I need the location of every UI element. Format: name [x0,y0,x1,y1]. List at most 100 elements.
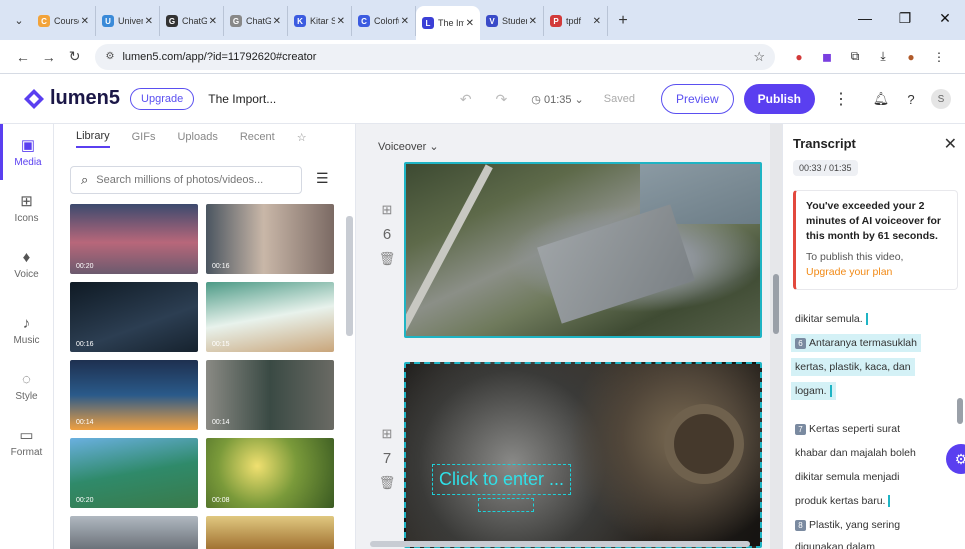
media-thumbnail[interactable]: 00:08 [206,438,334,508]
delete-scene-icon[interactable]: 🗑︎ [376,251,398,267]
lumen5-logo[interactable]: lumen5 [22,87,120,111]
back-arrow-icon[interactable]: ← [10,49,36,65]
tab-gifs[interactable]: GIFs [132,131,156,147]
transcript-line[interactable]: 6 Antaranya termasuklah [791,334,921,352]
rail-item-icons[interactable]: ⊞ Icons [0,180,53,236]
new-tab-button[interactable]: + [612,7,634,35]
transcript-line[interactable]: dikitar semula. [791,310,872,328]
avatar[interactable]: S [931,89,951,109]
upgrade-plan-link[interactable]: Upgrade your plan [806,266,892,278]
tab-library[interactable]: Library [76,130,110,148]
tab-close-icon[interactable]: ✕ [81,16,89,27]
scene-text-placeholder[interactable]: Click to enter ... [432,464,572,495]
publish-button[interactable]: Publish [743,84,815,114]
browser-tab[interactable]: Ptpdf ✕ [544,6,608,36]
canvas-scrollbar[interactable] [770,124,782,549]
media-thumbnail[interactable]: 00:15 [206,282,334,352]
tab-close-icon[interactable]: ✕ [209,16,217,27]
more-options-icon[interactable]: ⋮ [833,89,849,109]
canvas-horizontal-scrollbar[interactable] [356,539,770,549]
maximize-button[interactable]: ❐ [885,6,925,30]
transcript-line[interactable]: 7 Kertas seperti surat [791,420,904,438]
download-icon[interactable]: ⤓ [871,45,895,69]
browser-menu-icon[interactable]: ⋮ [927,45,951,69]
scene-6-media[interactable] [404,162,762,338]
transcript-scrollbar[interactable] [956,294,964,534]
browser-tab[interactable]: U Univers✕ [96,6,160,36]
tab-search-chevron-icon[interactable]: ⌄ [6,6,32,34]
rail-item-media[interactable]: ▣ Media [0,124,53,180]
duration-dropdown[interactable]: ◷ 01:35 ⌄ [531,93,583,106]
transcript-line[interactable]: digunakan dalam [791,538,879,549]
media-search-input[interactable]: ⌕ Search millions of photos/videos... [70,166,302,194]
close-window-button[interactable]: ✕ [925,6,965,30]
transcript-line[interactable]: logam. [791,382,836,401]
tab-close-icon[interactable]: ✕ [337,16,345,27]
tab-uploads[interactable]: Uploads [177,131,217,147]
favorites-star-icon[interactable]: ☆ [297,131,307,148]
redo-icon[interactable]: ↷ [496,91,508,108]
browser-tab[interactable]: G ChatGF✕ [160,6,224,36]
library-scrollbar[interactable] [344,204,354,544]
transcript-line[interactable]: kertas, plastik, kaca, dan [791,358,915,376]
tab-close-icon[interactable]: ✕ [401,16,409,27]
forward-arrow-icon[interactable]: → [36,49,62,65]
scene-subtext-placeholder[interactable] [478,498,534,512]
close-icon[interactable]: ✕ [944,134,957,154]
scene-7-media[interactable]: Click to enter ... [404,362,762,548]
tab-close-icon[interactable]: ✕ [273,16,281,27]
extension-red-icon[interactable]: ● [787,45,811,69]
browser-tab[interactable]: C Course✕ [32,6,96,36]
rail-item-music[interactable]: ♪ Music [0,302,53,358]
upgrade-button[interactable]: Upgrade [130,87,195,110]
browser-tab[interactable]: G ChatGF✕ [224,6,288,36]
voiceover-dropdown[interactable]: Voiceover ⌄ [378,140,439,153]
browser-tab[interactable]: C Colorfu✕ [352,6,416,36]
browser-tab[interactable]: K Kitar Se✕ [288,6,352,36]
transcript-line[interactable]: khabar dan majalah boleh [791,444,920,462]
tab-close-icon[interactable]: ✕ [466,18,474,29]
transcript-line[interactable]: 8 Plastik, yang sering [791,516,904,534]
add-scene-icon[interactable]: ⊞ [376,426,398,442]
tab-recent[interactable]: Recent [240,131,275,147]
media-thumbnail[interactable] [206,516,334,549]
url-text[interactable]: lumen5.com/app/?id=11792620#creator [122,51,753,63]
media-thumbnail[interactable]: 00:16 [70,282,198,352]
delete-scene-icon[interactable]: 🗑︎ [376,475,398,491]
profile-icon[interactable]: ● [899,45,923,69]
warning-publish-text: To publish this video, Upgrade your plan [806,251,904,278]
tab-close-icon[interactable]: ✕ [145,16,153,27]
reload-icon[interactable]: ↻ [62,48,88,65]
rail-item-label: Music [13,334,40,346]
rail-item-voice[interactable]: ♦ Voice [0,236,53,292]
rail-item-format[interactable]: ▭ Format [0,414,53,470]
media-thumbnail[interactable]: 00:14 [206,360,334,430]
minimize-button[interactable]: — [845,6,885,30]
url-field[interactable]: ⚙ lumen5.com/app/?id=11792620#creator ☆ [95,43,776,70]
media-thumbnail[interactable]: 00:14 [70,360,198,430]
site-settings-icon[interactable]: ⚙ [105,51,114,62]
bookmark-star-icon[interactable]: ☆ [753,49,765,65]
media-thumbnail[interactable]: 00:20 [70,204,198,274]
transcript-line[interactable]: produk kertas baru. [791,492,894,510]
transcript-line[interactable]: dikitar semula menjadi [791,468,903,486]
notifications-bell-icon[interactable]: 🔔︎ [871,89,891,109]
filter-icon[interactable]: ☰ [316,170,329,187]
extension-purple-icon[interactable]: ◼ [815,45,839,69]
extensions-puzzle-icon[interactable]: ⧉ [843,45,867,69]
media-thumbnail[interactable]: 00:16 [206,204,334,274]
browser-tab[interactable]: L The Imp✕ [416,6,480,40]
browser-tab[interactable]: V Studen✕ [480,6,544,36]
transcript-text: Kertas seperti surat [809,423,901,435]
tab-close-icon[interactable]: ✕ [593,16,601,27]
transcript-text: logam. [795,385,827,397]
media-thumbnail[interactable]: 00:20 [70,438,198,508]
help-icon[interactable]: ? [901,89,921,109]
media-thumbnail[interactable] [70,516,198,549]
add-scene-icon[interactable]: ⊞ [376,202,398,218]
tab-close-icon[interactable]: ✕ [529,16,537,27]
undo-icon[interactable]: ↶ [460,91,472,108]
rail-item-style[interactable]: ◌ Style [0,358,53,414]
preview-button[interactable]: Preview [660,84,734,114]
project-title[interactable]: The Import... [208,92,276,106]
